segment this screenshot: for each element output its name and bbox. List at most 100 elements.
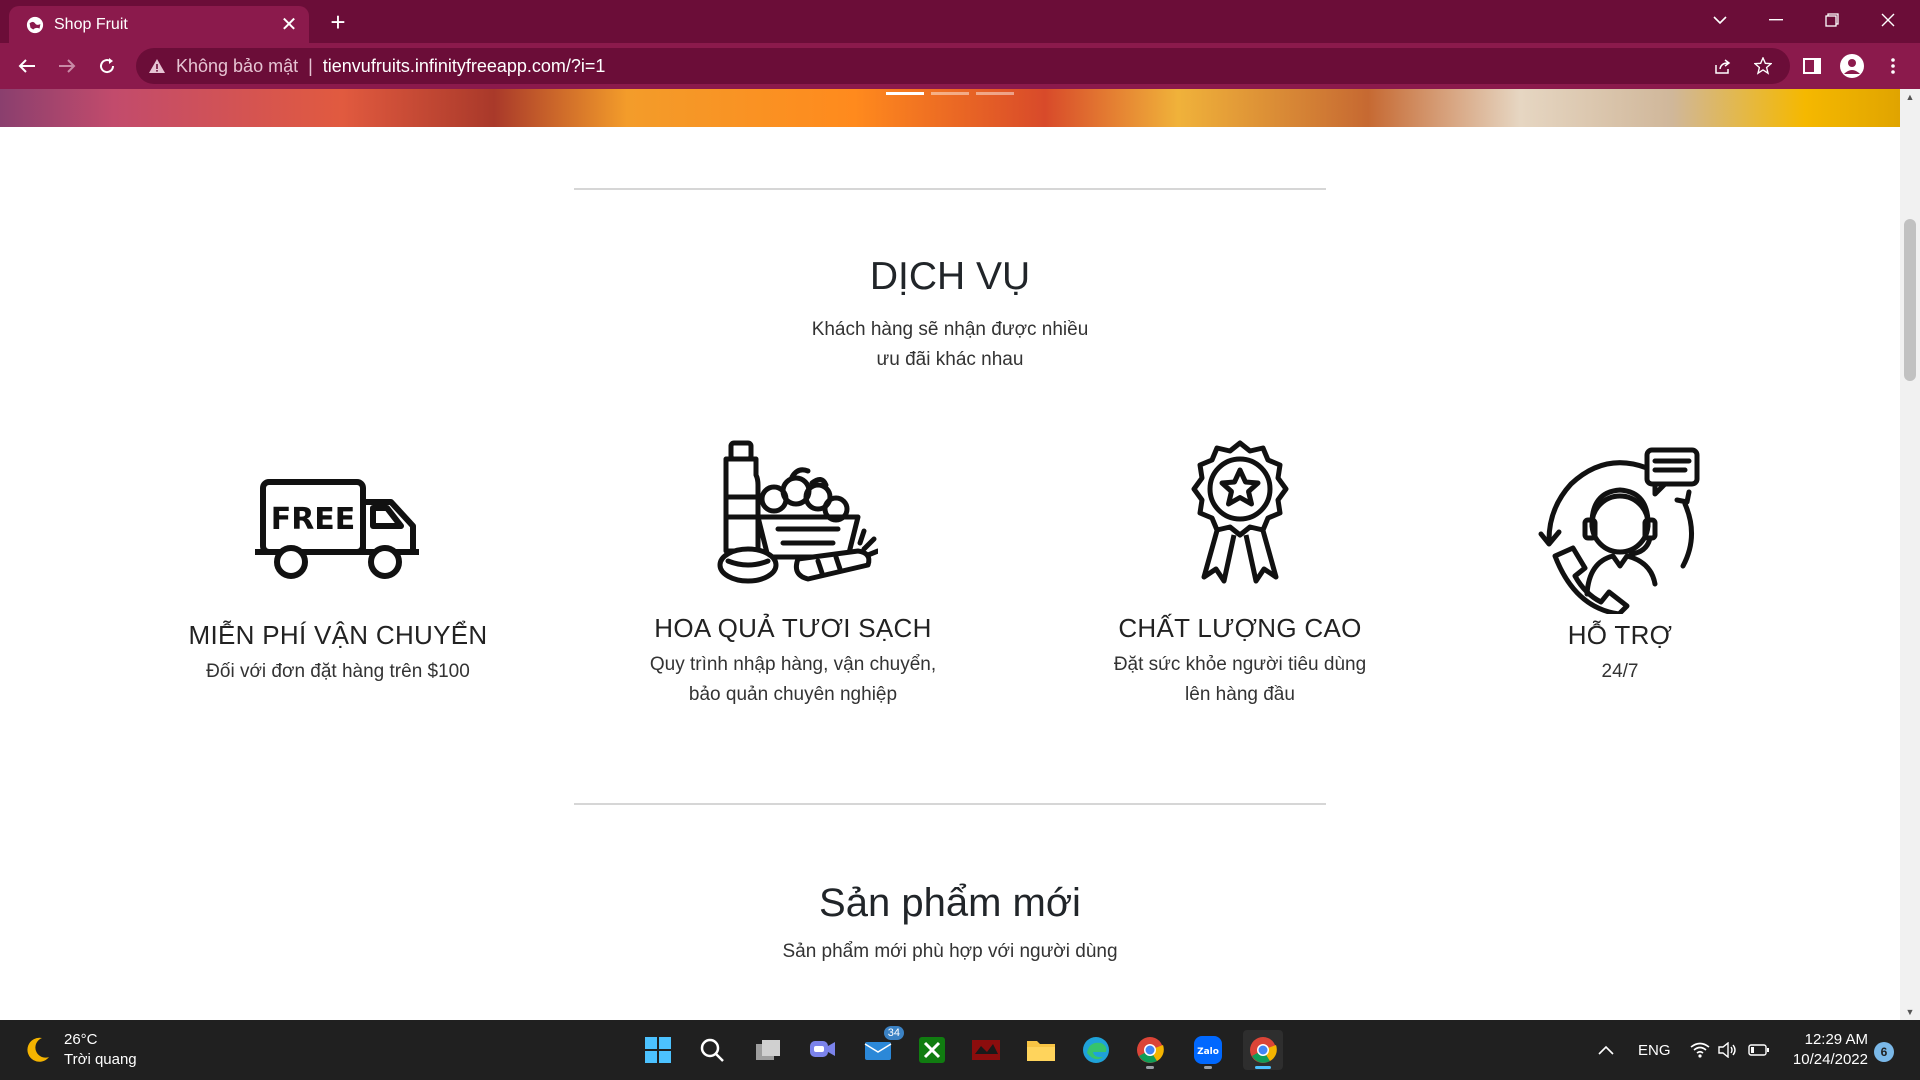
service-fresh-fruit: HOA QUẢ TƯƠI SẠCH Quy trình nhập hàng, v…	[613, 439, 973, 710]
search-button[interactable]	[692, 1030, 732, 1070]
chrome-active-button[interactable]	[1243, 1030, 1283, 1070]
share-icon	[1715, 59, 1731, 74]
reload-button[interactable]	[90, 50, 124, 82]
service-description-line1: Đặt sức khỏe người tiêu dùng	[1113, 654, 1367, 675]
running-indicator	[1146, 1066, 1154, 1069]
taskbar-clock[interactable]: 12:29 AM 10/24/2022	[1778, 1030, 1868, 1070]
new-tab-button[interactable]: +	[322, 6, 354, 38]
task-view-button[interactable]	[748, 1030, 788, 1070]
xbox-icon	[919, 1037, 945, 1063]
chevron-up-icon	[1598, 1045, 1614, 1055]
teams-chat-button[interactable]	[802, 1030, 842, 1070]
carousel-dot[interactable]	[976, 92, 1014, 95]
new-products-title: Sản phẩm mới	[819, 881, 1081, 925]
customer-support-icon	[1538, 447, 1700, 614]
language-indicator[interactable]: ENG	[1638, 1020, 1671, 1080]
scroll-down-icon[interactable]: ▼	[1900, 1004, 1920, 1020]
edge-button[interactable]	[1076, 1030, 1116, 1070]
game-app-button[interactable]	[966, 1030, 1006, 1070]
arrow-left-icon	[18, 59, 35, 73]
star-icon	[1754, 57, 1772, 75]
service-name: MIỄN PHÍ VẬN CHUYỂN	[188, 620, 488, 650]
tab-search-chevron-icon[interactable]	[1692, 0, 1748, 40]
service-description: Đối với đơn đặt hàng trên $100	[206, 661, 470, 682]
mail-icon	[864, 1042, 892, 1060]
active-indicator	[1255, 1066, 1271, 1069]
side-panel-icon	[1803, 58, 1821, 74]
svg-text:FREE: FREE	[271, 502, 356, 537]
tab-title: Shop Fruit	[54, 15, 128, 33]
weather-widget[interactable]: 26°C Trời quang	[22, 1030, 137, 1070]
browser-toolbar: Không bảo mật | tienvufruits.infinityfre…	[0, 43, 1920, 89]
service-name: HỖ TRỢ	[1567, 620, 1673, 650]
profile-button[interactable]	[1835, 50, 1869, 82]
moon-icon	[27, 1037, 49, 1062]
carousel-dot[interactable]	[931, 92, 969, 95]
chrome-icon	[1137, 1037, 1164, 1063]
new-products-subtitle: Sản phẩm mới phù hợp với người dùng	[782, 941, 1118, 962]
service-high-quality: CHẤT LƯỢNG CAO Đặt sức khỏe người tiêu d…	[1060, 439, 1420, 710]
side-panel-button[interactable]	[1795, 50, 1829, 82]
services-subtitle-line1: Khách hàng sẽ nhận được nhiều	[811, 319, 1089, 340]
xbox-button[interactable]	[912, 1030, 952, 1070]
page-scrollbar[interactable]: ▲ ▼	[1900, 89, 1920, 1020]
service-description-line1: Quy trình nhập hàng, vận chuyển,	[649, 654, 937, 675]
close-window-button[interactable]	[1860, 0, 1916, 40]
temperature: 26°C	[64, 1031, 98, 1048]
file-explorer-button[interactable]	[1021, 1030, 1061, 1070]
carousel-dot[interactable]	[886, 92, 924, 95]
bookmark-button[interactable]	[1746, 50, 1780, 82]
mail-button[interactable]: 34	[858, 1026, 904, 1070]
reload-icon	[100, 58, 115, 74]
start-button[interactable]	[638, 1030, 678, 1070]
globe-icon	[26, 16, 44, 33]
service-description-line2: bảo quản chuyên nghiệp	[688, 684, 898, 705]
menu-button[interactable]	[1876, 50, 1910, 82]
mail-unread-badge: 34	[883, 1026, 904, 1040]
warning-icon	[149, 59, 165, 73]
chat-camera-icon	[810, 1041, 835, 1057]
clock-date: 10/24/2022	[1792, 1051, 1868, 1068]
services-subtitle-line2: ưu đãi khác nhau	[876, 349, 1024, 370]
tab-shop-fruit[interactable]: Shop Fruit ✕	[9, 6, 309, 43]
svg-text:Zalo: Zalo	[1197, 1047, 1219, 1057]
service-name: CHẤT LƯỢNG CAO	[1118, 613, 1362, 643]
volume-icon[interactable]	[1718, 1020, 1738, 1080]
divider	[574, 803, 1326, 805]
free-delivery-truck-icon: FREE	[255, 479, 419, 579]
services-title: DỊCH VỤ	[869, 255, 1031, 298]
url-text[interactable]: tienvufruits.infinityfreeapp.com/?i=1	[323, 56, 606, 77]
running-indicator	[1204, 1066, 1212, 1069]
hero-banner-image	[0, 89, 1900, 127]
folder-icon	[1027, 1041, 1055, 1061]
security-status[interactable]: Không bảo mật	[176, 56, 298, 77]
address-bar[interactable]: Không bảo mật | tienvufruits.infinityfre…	[136, 48, 1790, 84]
quality-award-icon	[1191, 440, 1289, 584]
windows-logo-icon	[645, 1037, 671, 1063]
service-name: HOA QUẢ TƯƠI SẠCH	[654, 613, 932, 643]
notification-badge[interactable]: 6	[1874, 1042, 1894, 1062]
zalo-icon: Zalo	[1194, 1036, 1222, 1064]
battery-icon[interactable]	[1748, 1020, 1770, 1080]
minimize-button[interactable]	[1748, 0, 1804, 40]
show-hidden-icons-button[interactable]	[1598, 1020, 1614, 1080]
scroll-up-icon[interactable]: ▲	[1900, 89, 1920, 105]
scrollbar-thumb[interactable]	[1904, 219, 1916, 381]
arrow-right-icon	[59, 59, 76, 73]
avatar-icon	[1840, 54, 1864, 78]
kebab-menu-icon	[1891, 58, 1895, 74]
search-icon	[700, 1038, 724, 1062]
page-viewport: DỊCH VỤ Khách hàng sẽ nhận được nhiều ưu…	[0, 89, 1900, 1020]
back-button[interactable]	[10, 50, 44, 82]
tab-close-icon[interactable]: ✕	[275, 11, 303, 39]
restore-button[interactable]	[1804, 0, 1860, 40]
zalo-button[interactable]: Zalo	[1188, 1030, 1228, 1070]
forward-button[interactable]	[50, 50, 84, 82]
weather-description: Trời quang	[64, 1051, 137, 1068]
share-button[interactable]	[1706, 50, 1740, 82]
wifi-icon[interactable]	[1690, 1020, 1710, 1080]
chrome-icon	[1250, 1037, 1277, 1063]
divider	[574, 188, 1326, 190]
chrome-profile-button[interactable]	[1130, 1030, 1170, 1070]
url-separator: |	[308, 55, 313, 76]
